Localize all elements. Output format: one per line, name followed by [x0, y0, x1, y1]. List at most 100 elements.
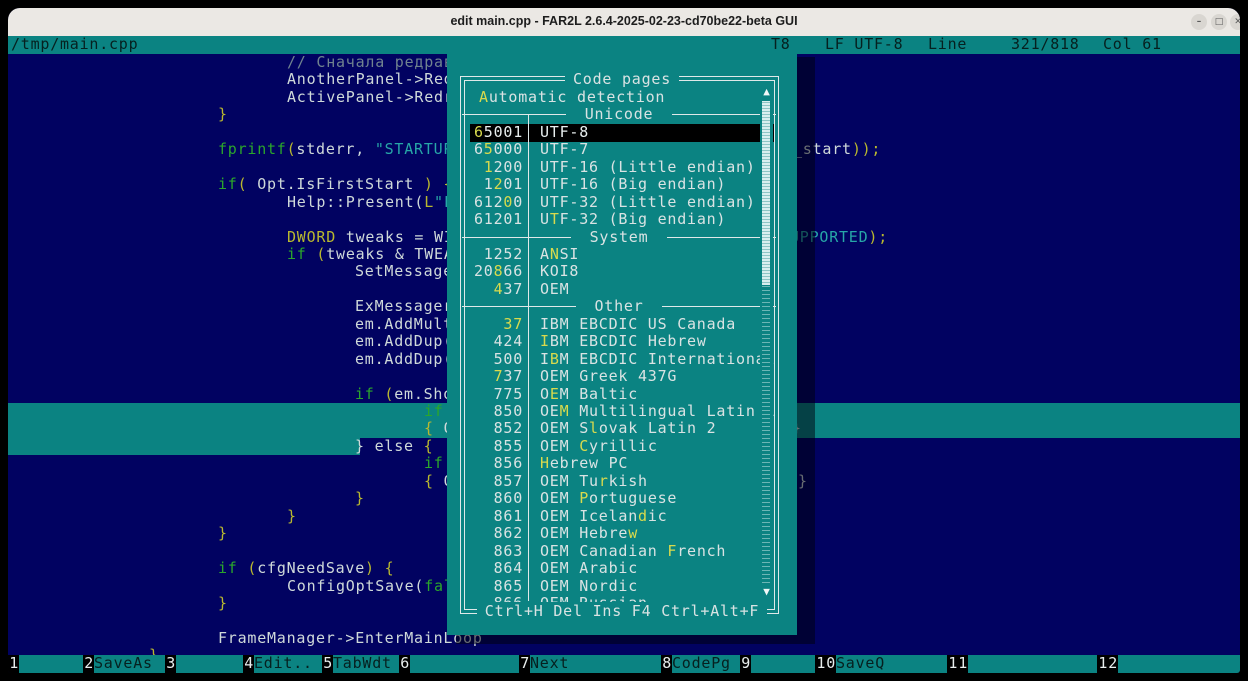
fkey-number[interactable]: 11: [947, 655, 968, 673]
label-text: 861: [494, 507, 523, 525]
fkey-number[interactable]: 7: [519, 655, 530, 673]
hotkey-char: N: [550, 245, 560, 263]
codepage-item[interactable]: 1252ANSI: [447, 246, 797, 264]
item-name: OEM Cyrillic: [540, 438, 658, 455]
fkey-label[interactable]: Next: [530, 655, 661, 673]
item-codepage-number: 865: [470, 578, 523, 595]
codepage-item[interactable]: 852OEM Slovak Latin 2: [447, 420, 797, 438]
minimize-button[interactable]: –: [1191, 14, 1207, 30]
label-text: 612: [474, 193, 503, 211]
fkey-label[interactable]: [176, 655, 243, 673]
item-name: IBM EBCDIC Hebrew: [540, 333, 707, 350]
fkey-label[interactable]: [968, 655, 1097, 673]
editor-area[interactable]: // Сначала редравимAnotherPanel->RedraAc…: [8, 54, 1240, 655]
hotkey-char: F: [667, 542, 677, 560]
fkey-label[interactable]: SaveQ: [836, 655, 947, 673]
scroll-down-icon[interactable]: ▼: [760, 585, 773, 599]
label-text: 850: [494, 402, 523, 420]
code-line: AnotherPanel->Redra: [287, 71, 473, 89]
codepage-item[interactable]: 61200UTF-32 (Little endian): [447, 194, 797, 212]
hotkey-char: l: [589, 419, 599, 437]
hotkey-char: 1: [484, 158, 494, 176]
label-text: 857: [494, 472, 523, 490]
hotkey-char: 0: [503, 193, 513, 211]
codepage-item[interactable]: 65000UTF-7: [447, 141, 797, 159]
codepage-item[interactable]: 860OEM Portuguese: [447, 490, 797, 508]
label-text: OEM Canadian: [540, 542, 667, 560]
scroll-up-icon[interactable]: ▲: [760, 85, 773, 99]
label-text: 5001: [484, 123, 523, 141]
codepage-item[interactable]: 864OEM Arabic: [447, 560, 797, 578]
label-text: 860: [494, 489, 523, 507]
codepage-item[interactable]: 437OEM: [447, 281, 797, 299]
fkey-label[interactable]: TabWdt: [333, 655, 399, 673]
code-segment: DWORD: [287, 228, 336, 246]
fkey-number[interactable]: 1: [8, 655, 19, 673]
codepage-item[interactable]: 61201UTF-32 (Big endian): [447, 211, 797, 229]
title-bar[interactable]: edit main.cpp - FAR2L 2.6.4-2025-02-23-c…: [8, 8, 1240, 36]
code-segment: stderr,: [296, 140, 374, 158]
fkey-number[interactable]: 3: [165, 655, 176, 673]
codepage-item[interactable]: Automatic detection: [447, 89, 797, 107]
codepage-item[interactable]: 37IBM EBCDIC US Canada: [447, 316, 797, 334]
fkey-number[interactable]: 2: [83, 655, 94, 673]
codepage-item[interactable]: 65001UTF-8: [470, 124, 774, 142]
code-segment: {: [424, 437, 434, 455]
fkey-number[interactable]: 10: [815, 655, 836, 673]
codepage-item[interactable]: 424IBM EBCDIC Hebrew: [447, 333, 797, 351]
fkey-label[interactable]: [410, 655, 519, 673]
codepage-item[interactable]: 737OEM Greek 437G: [447, 368, 797, 386]
item-name: OEM Multilingual Latin 1: [540, 403, 775, 420]
label-text: ortuguese: [589, 489, 677, 507]
label-text: 66: [503, 262, 523, 280]
maximize-button[interactable]: □: [1211, 14, 1227, 30]
codepage-item[interactable]: 855OEM Cyrillic: [447, 438, 797, 456]
codepage-item[interactable]: 850 OEM Multilingual Latin 1: [447, 403, 797, 421]
codepage-item[interactable]: 865OEM Nordic: [447, 578, 797, 596]
codepage-item[interactable]: 20866KOI8: [447, 263, 797, 281]
codepage-section-separator: Other: [447, 298, 797, 316]
item-name: UTF-7: [540, 141, 589, 158]
item-codepage-number: 737: [470, 368, 523, 385]
text-selection: [8, 438, 360, 455]
codepage-item[interactable]: 1200UTF-16 (Little endian): [447, 159, 797, 177]
fkey-label[interactable]: [19, 655, 83, 673]
code-segment: FrameManager->EnterMainLoop: [218, 629, 483, 647]
label-text: 6: [474, 140, 484, 158]
fkey-number[interactable]: 8: [661, 655, 672, 673]
fkey-number[interactable]: 4: [243, 655, 254, 673]
item-codepage-number: 61201: [470, 211, 523, 228]
codepage-item[interactable]: 863OEM Canadian French: [447, 543, 797, 561]
codepage-item[interactable]: 856Hebrew PC: [447, 455, 797, 473]
item-name: OEM: [540, 281, 569, 298]
fkey-label[interactable]: Edit..: [254, 655, 322, 673]
window-title: edit main.cpp - FAR2L 2.6.4-2025-02-23-c…: [8, 14, 1240, 28]
codepage-item[interactable]: 500IBM EBCDIC International: [447, 351, 797, 369]
codepage-item[interactable]: 775OEM Baltic: [447, 386, 797, 404]
item-name: OEM Icelandic: [540, 508, 667, 525]
codepage-item[interactable]: 862OEM Hebrew: [447, 525, 797, 543]
fkey-label[interactable]: CodePg: [672, 655, 740, 673]
scrollbar-thumb[interactable]: [762, 101, 770, 285]
close-button[interactable]: ✕: [1230, 14, 1240, 30]
fkey-label[interactable]: [1118, 655, 1240, 673]
fkey-number[interactable]: 6: [399, 655, 410, 673]
codepage-item[interactable]: 1201UTF-16 (Big endian): [447, 176, 797, 194]
fkey-number[interactable]: 12: [1097, 655, 1118, 673]
code-segment: // Сначала редравим: [287, 54, 473, 71]
code-line: }: [149, 647, 159, 655]
dialog-scrollbar[interactable]: ▲ ▼: [760, 82, 773, 601]
item-name: OEM Arabic: [540, 560, 638, 577]
fkey-number[interactable]: 5: [322, 655, 333, 673]
hotkey-char: 6: [474, 123, 484, 141]
item-codepage-number: 65001: [470, 124, 523, 141]
codepages-dialog: Automatic detection Unicode 65001UTF-865…: [447, 54, 797, 635]
fkey-label[interactable]: SaveAs: [94, 655, 165, 673]
codepage-item[interactable]: 861 OEM Icelandic: [447, 508, 797, 526]
label-text: U: [540, 210, 550, 228]
fkey-label[interactable]: [751, 655, 815, 673]
item-codepage-number: 61200: [470, 194, 523, 211]
codepage-item[interactable]: 857OEM Turkish: [447, 473, 797, 491]
code-segment: }: [355, 489, 365, 507]
fkey-number[interactable]: 9: [740, 655, 751, 673]
